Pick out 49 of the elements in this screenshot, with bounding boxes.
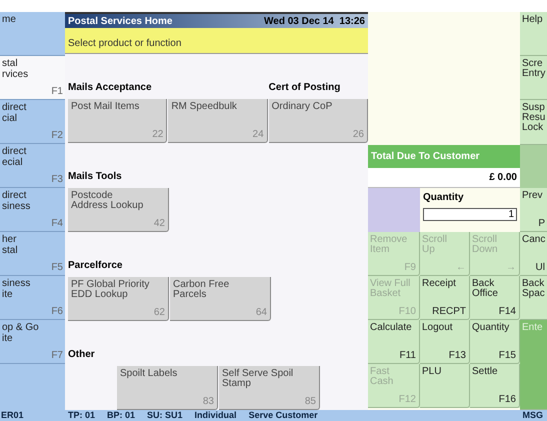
- status-text: ER01: [0, 411, 25, 420]
- prompt-text: Select product or function: [68, 37, 182, 51]
- function-key[interactable]: Back Spac: [520, 276, 547, 320]
- keypad-key[interactable]: Receipt RECPT: [420, 276, 470, 320]
- product-button[interactable]: RM Speedbulk 24: [168, 99, 268, 143]
- function-key[interactable]: Susp Resu Lock: [520, 100, 547, 145]
- keypad-key[interactable]: Quantity F15: [470, 320, 520, 364]
- sidebar-item[interactable]: op & Go ite F7: [0, 320, 65, 364]
- quantity-field[interactable]: 1: [423, 208, 517, 221]
- total-label: Total Due To Customer: [371, 150, 480, 164]
- section-heading: Parcelforce: [68, 260, 122, 271]
- product-button[interactable]: Spoilt Labels 83: [117, 366, 218, 410]
- blank-panel: [368, 188, 420, 232]
- function-key[interactable]: Help: [520, 12, 547, 56]
- keypad-key[interactable]: Calculate F11: [368, 320, 420, 364]
- keypad-key[interactable]: Back Office F14: [470, 276, 520, 320]
- function-key[interactable]: Canc Ul: [520, 232, 547, 276]
- status-text: Serve Customer: [248, 411, 318, 420]
- keypad-key[interactable]: Settle F16: [470, 364, 520, 408]
- section-heading: Mails Tools: [68, 171, 122, 182]
- status-text: SU: SU1: [147, 411, 183, 420]
- keypad-key[interactable]: PLU: [420, 364, 470, 408]
- total-amount: £ 0.00: [368, 168, 520, 188]
- function-key[interactable]: Prev P: [520, 188, 547, 232]
- product-button[interactable]: Postcode Address Lookup 42: [68, 188, 169, 232]
- status-text: MSG: [522, 411, 543, 420]
- status-text: TP: 01: [68, 411, 96, 420]
- status-text: BP: 01: [107, 411, 136, 420]
- sidebar-item[interactable]: direct siness F4: [0, 188, 65, 232]
- section-heading: Other: [68, 349, 95, 360]
- function-key[interactable]: Scre Entry: [520, 56, 547, 100]
- status-text: Individual: [194, 411, 237, 420]
- date-time: Wed 03 Dec 14 13:26: [264, 14, 365, 28]
- product-button[interactable]: Self Serve Spoil Stamp 85: [219, 366, 320, 410]
- blank-key: [520, 145, 547, 188]
- product-button[interactable]: Ordinary CoP 26: [268, 99, 368, 143]
- keypad-key[interactable]: Logout F13: [420, 320, 470, 364]
- section-heading: Mails Acceptance: [68, 82, 152, 93]
- sidebar-item[interactable]: direct ecial F3: [0, 144, 65, 188]
- quantity-label: Quantity: [423, 191, 465, 205]
- sidebar-item[interactable]: siness ite F6: [0, 276, 65, 320]
- section-heading: Cert of Posting: [268, 82, 340, 93]
- product-button[interactable]: Carbon Free Parcels 64: [170, 277, 271, 321]
- screen-title: Postal Services Home: [68, 14, 172, 28]
- sidebar-item[interactable]: stal rvices F1: [0, 56, 65, 100]
- sidebar-item[interactable]: direct cial F2: [0, 100, 65, 144]
- sidebar-item[interactable]: her stal F5: [0, 232, 65, 276]
- product-button[interactable]: Post Mail Items 22: [68, 99, 168, 143]
- product-button[interactable]: PF Global Priority EDD Lookup 62: [68, 277, 169, 321]
